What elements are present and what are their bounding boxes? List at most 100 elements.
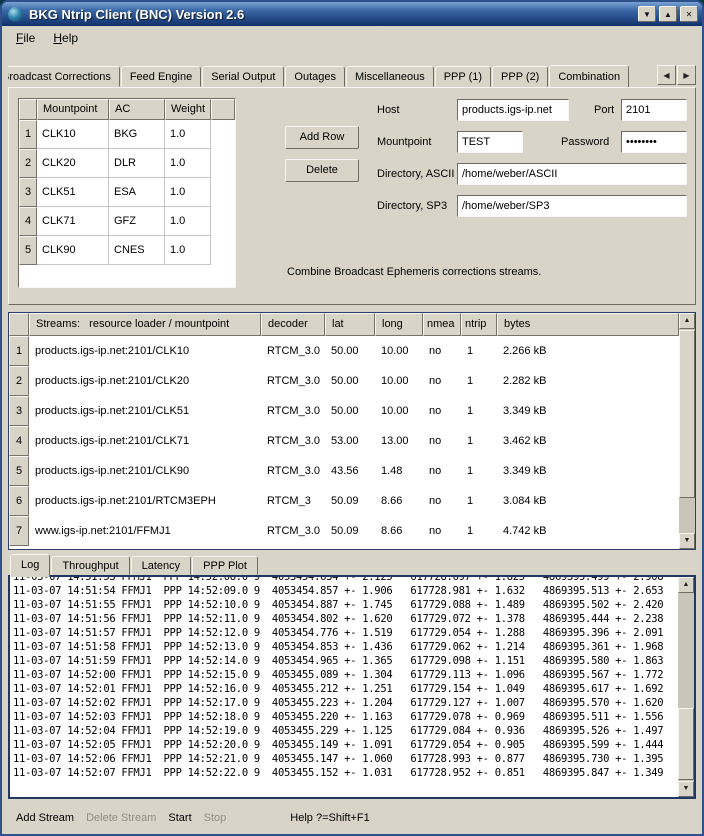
mountpoint-input[interactable] <box>457 131 523 153</box>
streams-header-decoder: decoder <box>261 313 325 336</box>
scroll-down-icon[interactable]: ▼ <box>679 533 695 549</box>
add-stream-button[interactable]: Add Stream <box>16 812 74 824</box>
streams-body: 1 products.igs-ip.net:2101/CLK10 RTCM_3.… <box>9 336 679 546</box>
scroll-up-icon[interactable]: ▲ <box>678 577 694 593</box>
menu-file[interactable]: File <box>7 28 44 48</box>
stream-row-number: 4 <box>9 426 29 456</box>
stream-decoder: RTCM_3.0 <box>261 456 325 486</box>
cell-ac-name[interactable]: ESA <box>109 178 165 207</box>
stream-row-number: 7 <box>9 516 29 546</box>
cell-weight[interactable]: 1.0 <box>165 207 211 236</box>
tab-latency[interactable]: Latency <box>131 556 192 575</box>
add-row-button[interactable]: Add Row <box>285 126 359 149</box>
stream-decoder: RTCM_3.0 <box>261 396 325 426</box>
cell-mountpoint[interactable]: CLK20 <box>37 149 109 178</box>
tab-miscellaneous[interactable]: Miscellaneous <box>346 66 434 87</box>
streams-scrollbar[interactable]: ▲ ▼ <box>679 313 695 549</box>
tab-serial-output[interactable]: Serial Output <box>202 66 284 87</box>
log-line: 11-03-07 14:52:01 FFMJ1 PPP 14:52:16.0 9… <box>13 682 676 696</box>
maximize-icon[interactable]: ▲ <box>659 6 677 22</box>
bottom-toolbar: Add Stream Delete Stream Start Stop Help… <box>8 805 696 831</box>
cell-ac-name[interactable]: DLR <box>109 149 165 178</box>
tab-ppp-plot[interactable]: PPP Plot <box>192 556 258 575</box>
dir-ascii-input[interactable] <box>457 163 687 185</box>
row-number: 1 <box>19 120 37 149</box>
streams-header-bytes: bytes <box>497 313 679 336</box>
stream-row[interactable]: 7 www.igs-ip.net:2101/FFMJ1 RTCM_3.0 50.… <box>9 516 679 546</box>
dir-sp3-label: Directory, SP3 <box>377 195 447 217</box>
close-icon[interactable]: ✕ <box>680 6 698 22</box>
tab-scroll-left-icon[interactable]: ◀ <box>657 65 676 85</box>
log-line: 11-03-07 14:52:04 FFMJ1 PPP 14:52:19.0 9… <box>13 724 676 738</box>
stream-row[interactable]: 6 products.igs-ip.net:2101/RTCM3EPH RTCM… <box>9 486 679 516</box>
cell-ac-name[interactable]: GFZ <box>109 207 165 236</box>
stream-lat: 50.00 <box>325 366 375 396</box>
log-output[interactable]: 11-03-07 14:51:53 FFMJ1 PPP 14:52:08.0 9… <box>13 575 676 797</box>
stream-nmea: no <box>423 486 461 516</box>
scrollbar-thumb[interactable] <box>678 708 694 780</box>
port-input[interactable] <box>621 99 687 121</box>
dir-sp3-input[interactable] <box>457 195 687 217</box>
cell-weight[interactable]: 1.0 <box>165 178 211 207</box>
cell-weight[interactable]: 1.0 <box>165 236 211 265</box>
scroll-down-icon[interactable]: ▼ <box>678 781 694 797</box>
scroll-up-icon[interactable]: ▲ <box>679 313 695 329</box>
cell-weight[interactable]: 1.0 <box>165 120 211 149</box>
cell-mountpoint[interactable]: CLK10 <box>37 120 109 149</box>
tab-outages[interactable]: Outages <box>285 66 345 87</box>
stream-lat: 50.09 <box>325 516 375 546</box>
scrollbar-thumb[interactable] <box>679 330 695 498</box>
tab-ppp-1[interactable]: PPP (1) <box>435 66 491 87</box>
menu-help[interactable]: Help <box>44 28 87 48</box>
cell-filler <box>211 178 235 207</box>
start-button[interactable]: Start <box>168 812 191 824</box>
stream-row[interactable]: 4 products.igs-ip.net:2101/CLK71 RTCM_3.… <box>9 426 679 456</box>
stream-decoder: RTCM_3 <box>261 486 325 516</box>
stream-lat: 50.09 <box>325 486 375 516</box>
stream-nmea: no <box>423 516 461 546</box>
row-number: 2 <box>19 149 37 178</box>
stream-row[interactable]: 3 products.igs-ip.net:2101/CLK51 RTCM_3.… <box>9 396 679 426</box>
window-body: Broadcast Corrections Feed Engine Serial… <box>2 64 702 831</box>
stream-nmea: no <box>423 396 461 426</box>
tab-feed-engine[interactable]: Feed Engine <box>121 66 201 87</box>
tab-scroll-right-icon[interactable]: ▶ <box>677 65 696 85</box>
tab-combination[interactable]: Combination <box>549 65 629 87</box>
stream-bytes: 2.282 kB <box>497 366 552 396</box>
host-input[interactable] <box>457 99 569 121</box>
stream-long: 10.00 <box>375 396 423 426</box>
stream-row[interactable]: 1 products.igs-ip.net:2101/CLK10 RTCM_3.… <box>9 336 679 366</box>
stream-row[interactable]: 5 products.igs-ip.net:2101/CLK90 RTCM_3.… <box>9 456 679 486</box>
log-line: 11-03-07 14:51:55 FFMJ1 PPP 14:52:10.0 9… <box>13 598 676 612</box>
delete-row-button[interactable]: Delete <box>285 159 359 182</box>
cell-weight[interactable]: 1.0 <box>165 149 211 178</box>
cell-mountpoint[interactable]: CLK90 <box>37 236 109 265</box>
tab-strip: Broadcast Corrections Feed Engine Serial… <box>8 65 652 87</box>
log-line: 11-03-07 14:51:54 FFMJ1 PPP 14:52:09.0 9… <box>13 584 676 598</box>
tab-throughput[interactable]: Throughput <box>51 556 129 575</box>
app-icon <box>8 7 23 22</box>
stream-row[interactable]: 2 products.igs-ip.net:2101/CLK20 RTCM_3.… <box>9 366 679 396</box>
row-number: 3 <box>19 178 37 207</box>
log-scrollbar[interactable]: ▲ ▼ <box>678 577 694 797</box>
tab-scroll-buttons: ◀ ▶ <box>657 65 696 85</box>
stream-ntrip: 1 <box>461 366 497 396</box>
cell-ac-name[interactable]: BKG <box>109 120 165 149</box>
password-input[interactable] <box>621 131 687 153</box>
host-label: Host <box>377 99 400 121</box>
port-label: Port <box>594 99 614 121</box>
tab-log[interactable]: Log <box>10 554 50 577</box>
log-line: 11-03-07 14:51:53 FFMJ1 PPP 14:52:08.0 9… <box>13 575 676 584</box>
titlebar[interactable]: BKG Ntrip Client (BNC) Version 2.6 ▼ ▲ ✕ <box>2 2 702 26</box>
stream-decoder: RTCM_3.0 <box>261 366 325 396</box>
tab-broadcast-corrections[interactable]: Broadcast Corrections <box>8 66 120 87</box>
cell-mountpoint[interactable]: CLK51 <box>37 178 109 207</box>
cell-filler <box>211 207 235 236</box>
tab-ppp-2[interactable]: PPP (2) <box>492 66 548 87</box>
cell-mountpoint[interactable]: CLK71 <box>37 207 109 236</box>
cell-ac-name[interactable]: CNES <box>109 236 165 265</box>
stream-bytes: 3.349 kB <box>497 456 552 486</box>
combination-row: 3 CLK51 ESA 1.0 <box>19 178 235 207</box>
minimize-icon[interactable]: ▼ <box>638 6 656 22</box>
dir-ascii-label: Directory, ASCII <box>377 163 454 185</box>
